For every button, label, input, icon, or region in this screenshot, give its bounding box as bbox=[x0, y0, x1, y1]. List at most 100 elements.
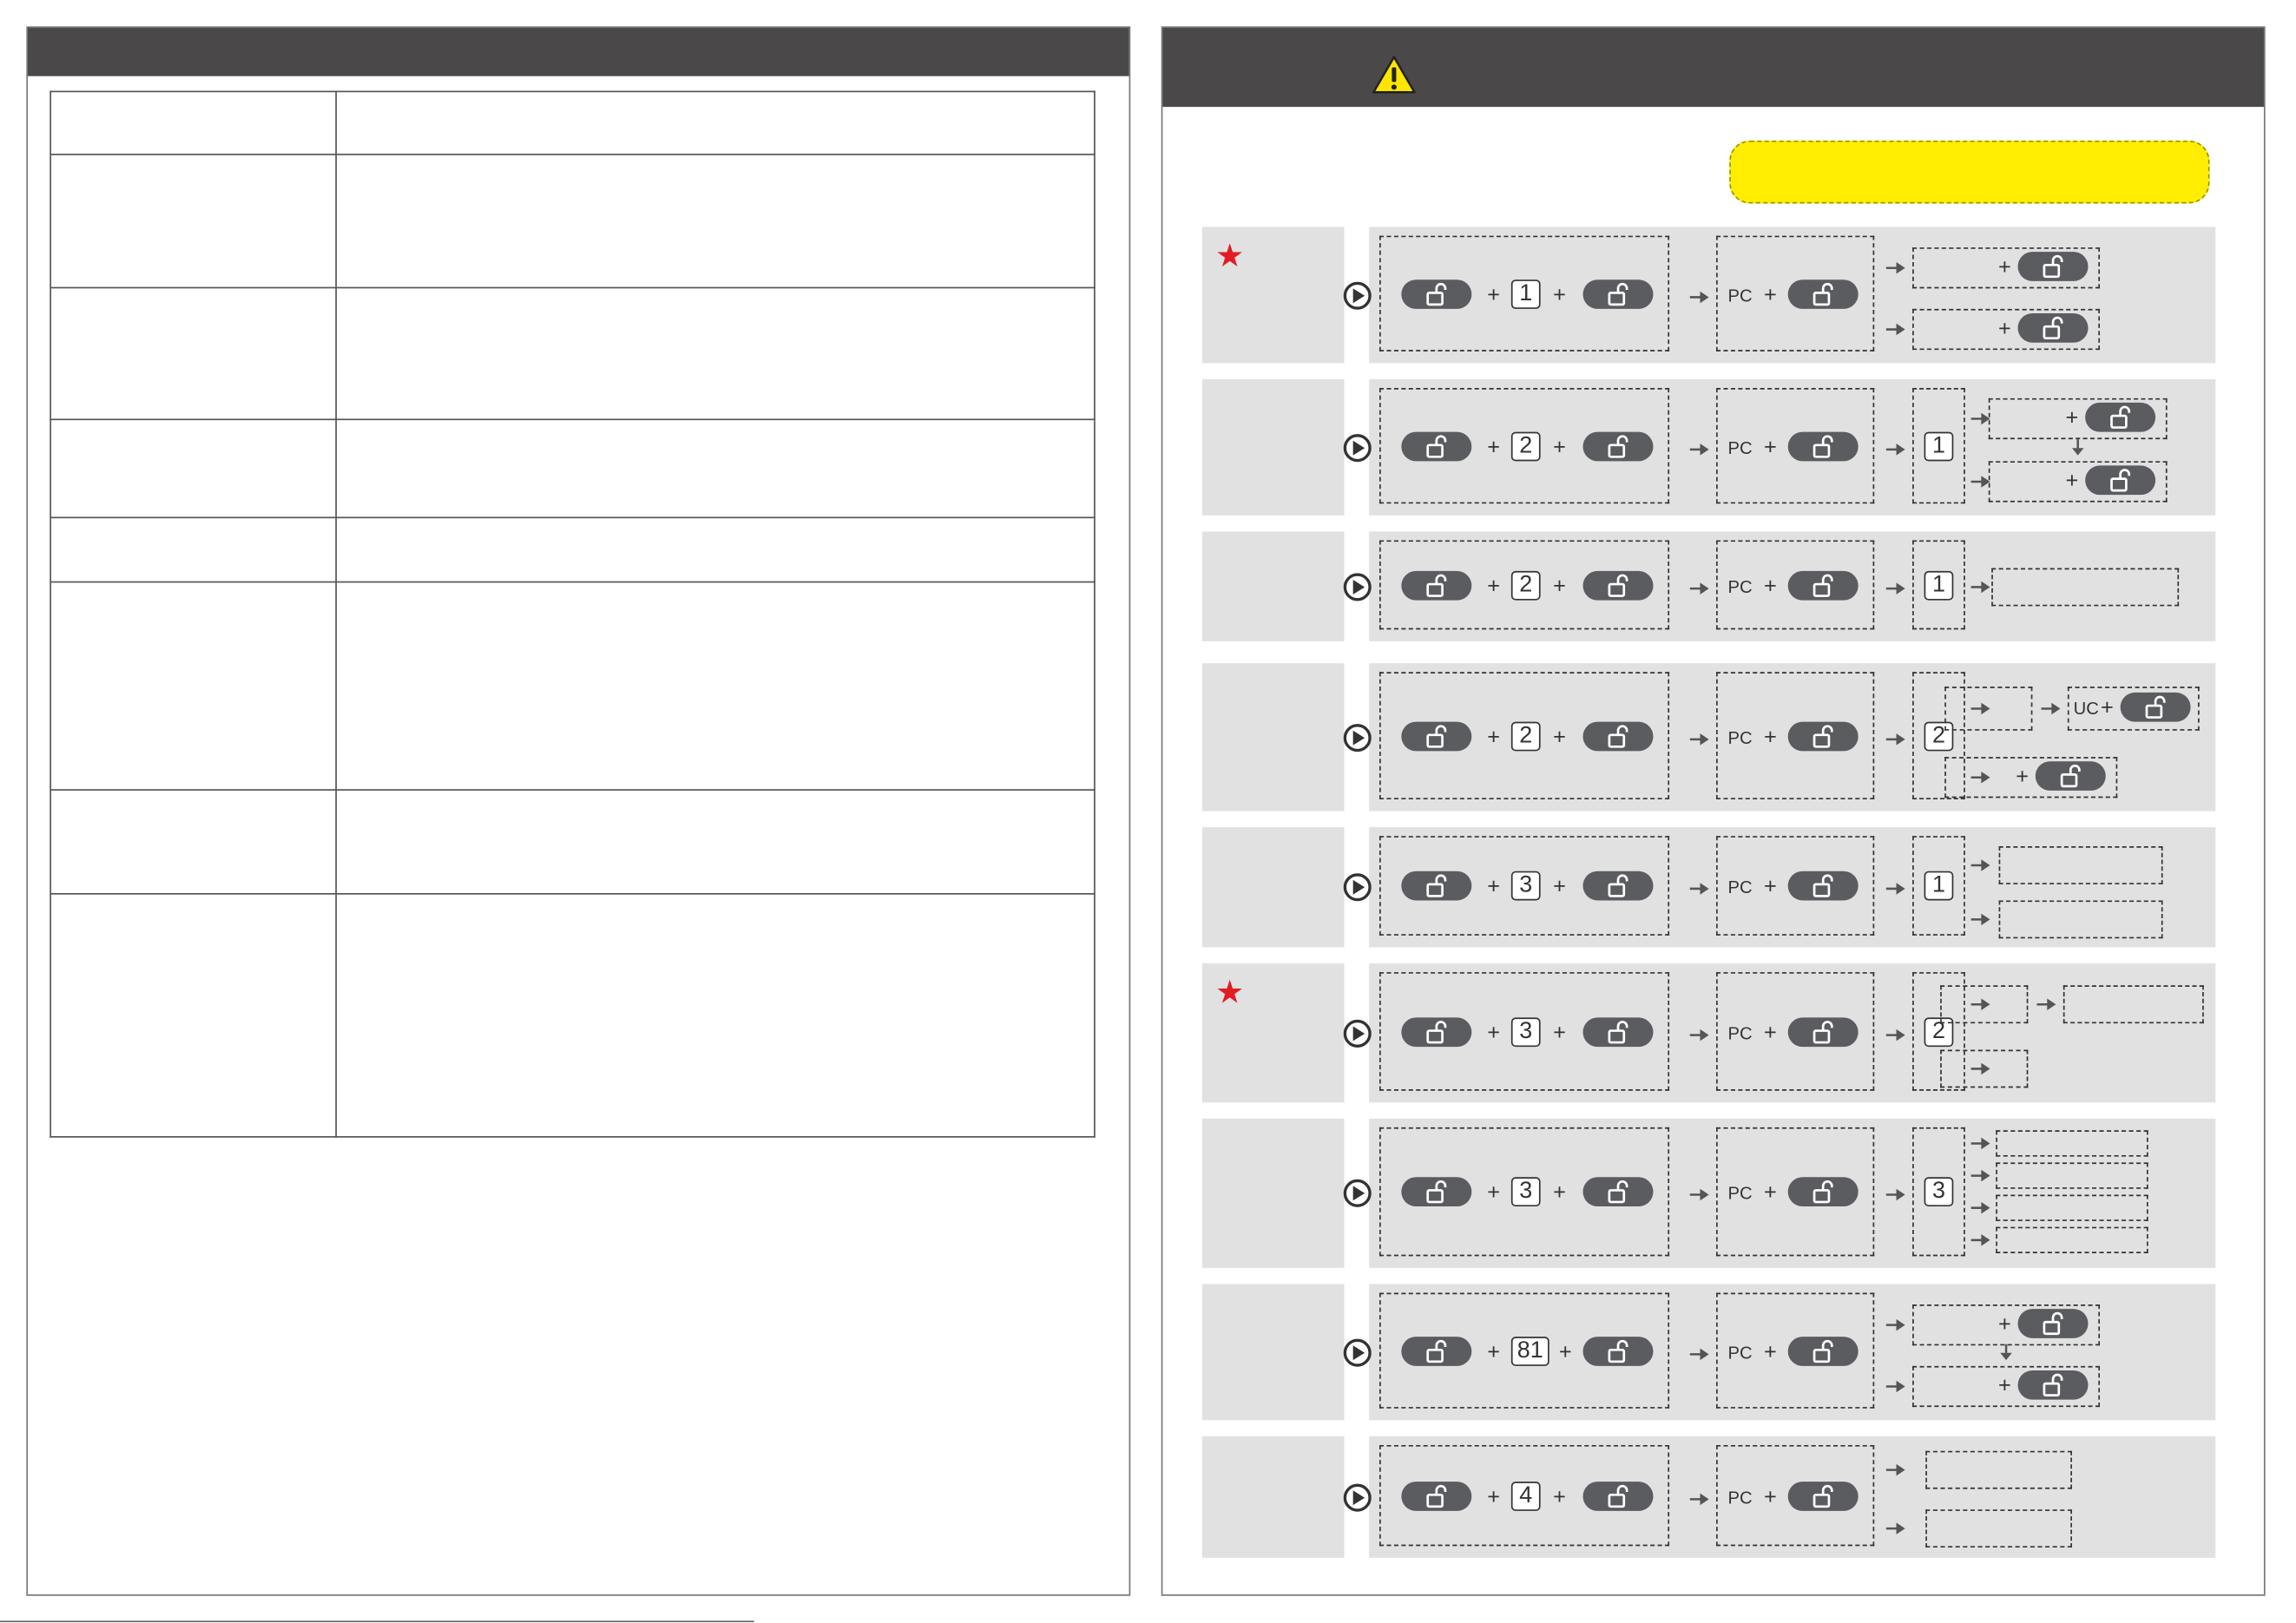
right-panel: ★ +1 + PC + + + +2 + PC +1 + + +2 + PC +1 +2 + PC +2 UC + + +3 + P… bbox=[1161, 26, 2266, 1596]
unlock-button[interactable] bbox=[2035, 760, 2106, 791]
unlock-button[interactable] bbox=[1401, 1481, 1472, 1511]
unlock-icon bbox=[1608, 1484, 1628, 1508]
result-key: 1 bbox=[1924, 570, 1954, 600]
footer-rule bbox=[0, 1620, 754, 1623]
unlock-button[interactable] bbox=[2085, 402, 2156, 431]
arrow-right-icon bbox=[1970, 1169, 1990, 1182]
plus-sign: + bbox=[1764, 573, 1777, 599]
row-value bbox=[335, 893, 1095, 1138]
plus-sign: + bbox=[1487, 573, 1501, 599]
unlock-button[interactable] bbox=[1401, 430, 1472, 461]
red-star-icon: ★ bbox=[1215, 973, 1245, 1010]
unlock-button[interactable] bbox=[1787, 720, 1859, 751]
unlock-button[interactable] bbox=[1401, 871, 1472, 901]
plus-sign: + bbox=[1558, 1338, 1572, 1364]
unlock-button[interactable] bbox=[1582, 430, 1654, 461]
row-value bbox=[335, 581, 1095, 791]
unlock-button[interactable] bbox=[1582, 279, 1654, 309]
unlock-button[interactable] bbox=[2017, 1308, 2089, 1337]
row-label bbox=[49, 789, 337, 895]
unlock-button[interactable] bbox=[1787, 570, 1859, 600]
plus-sign: + bbox=[1553, 1483, 1566, 1509]
row-value bbox=[335, 789, 1095, 895]
row-value bbox=[335, 286, 1095, 421]
arrow-right-icon bbox=[1885, 1318, 1905, 1331]
unlock-button[interactable] bbox=[1401, 279, 1472, 309]
unlock-button[interactable] bbox=[1582, 1177, 1654, 1207]
row-label bbox=[49, 893, 337, 1138]
dashed-group bbox=[1996, 1162, 2148, 1189]
unlock-icon bbox=[1426, 1180, 1447, 1204]
unlock-button[interactable] bbox=[1787, 1336, 1859, 1366]
table-row bbox=[49, 893, 1095, 1138]
plus-sign: + bbox=[1997, 253, 2011, 279]
arrow-right-icon bbox=[1689, 1188, 1709, 1201]
unlock-icon bbox=[1812, 434, 1833, 457]
unlock-icon bbox=[1608, 1020, 1628, 1043]
unlock-button[interactable] bbox=[1787, 1481, 1859, 1511]
unlock-button[interactable] bbox=[1787, 1177, 1859, 1207]
plus-sign: + bbox=[1764, 434, 1777, 459]
table-row bbox=[49, 581, 1095, 791]
plus-sign: + bbox=[1487, 281, 1501, 307]
unlock-button[interactable] bbox=[1582, 1016, 1654, 1047]
play-icon bbox=[1343, 1019, 1372, 1048]
arrow-right-icon bbox=[1970, 1201, 1990, 1214]
step-label-cell bbox=[1201, 827, 1345, 948]
arrow-right-icon bbox=[1970, 859, 1990, 871]
plus-sign: + bbox=[1764, 1179, 1777, 1206]
unlock-button[interactable] bbox=[2120, 692, 2191, 721]
row-label bbox=[49, 418, 337, 519]
unlock-button[interactable] bbox=[1582, 1336, 1654, 1366]
warning-triangle-icon bbox=[1372, 56, 1416, 94]
unlock-button[interactable] bbox=[2017, 312, 2089, 342]
plus-sign: + bbox=[1764, 724, 1777, 749]
arrow-right-icon bbox=[1689, 290, 1709, 303]
plus-sign: + bbox=[1487, 724, 1501, 749]
pc-label: PC bbox=[1727, 285, 1753, 306]
unlock-icon bbox=[1426, 282, 1447, 306]
unlock-icon bbox=[2110, 468, 2131, 491]
plus-sign: + bbox=[1487, 1019, 1501, 1045]
step-label-cell bbox=[1201, 378, 1345, 516]
pc-label: PC bbox=[1727, 1183, 1753, 1204]
code-key: 2 bbox=[1510, 570, 1541, 600]
arrow-down-icon bbox=[2071, 438, 2084, 455]
unlock-button[interactable] bbox=[1787, 1016, 1859, 1047]
result-key: 1 bbox=[1924, 871, 1954, 901]
arrow-right-icon bbox=[1885, 261, 1905, 273]
step-label-cell bbox=[1201, 1436, 1345, 1558]
dashed-group bbox=[1996, 1226, 2148, 1253]
arrow-right-icon bbox=[2041, 701, 2061, 714]
code-key: 4 bbox=[1510, 1481, 1541, 1511]
row-label bbox=[49, 154, 337, 289]
step-label-cell bbox=[1201, 531, 1345, 641]
unlock-button[interactable] bbox=[1582, 570, 1654, 600]
unlock-button[interactable] bbox=[1582, 1481, 1654, 1511]
unlock-button[interactable] bbox=[1787, 871, 1859, 901]
row-label bbox=[49, 581, 337, 791]
plus-sign: + bbox=[1487, 874, 1501, 899]
dashed-group bbox=[1940, 984, 2029, 1023]
unlock-button[interactable] bbox=[1787, 279, 1859, 309]
table-row bbox=[49, 789, 1095, 895]
unlock-button[interactable] bbox=[2017, 251, 2089, 281]
unlock-icon bbox=[2145, 694, 2166, 719]
unlock-button[interactable] bbox=[2085, 464, 2156, 495]
unlock-button[interactable] bbox=[1401, 720, 1472, 751]
plus-sign: + bbox=[2101, 694, 2114, 720]
arrow-right-icon bbox=[1885, 582, 1905, 595]
unlock-button[interactable] bbox=[1582, 871, 1654, 901]
unlock-button[interactable] bbox=[1401, 570, 1472, 600]
row-label bbox=[49, 286, 337, 421]
unlock-button[interactable] bbox=[1787, 430, 1859, 461]
pc-label: PC bbox=[1727, 437, 1753, 458]
arrow-right-icon bbox=[1970, 913, 1990, 926]
unlock-button[interactable] bbox=[1582, 720, 1654, 751]
unlock-button[interactable] bbox=[1401, 1177, 1472, 1207]
pc-label: PC bbox=[1727, 726, 1753, 748]
play-icon bbox=[1343, 572, 1372, 601]
unlock-button[interactable] bbox=[1401, 1336, 1472, 1366]
unlock-button[interactable] bbox=[2017, 1370, 2089, 1399]
unlock-button[interactable] bbox=[1401, 1016, 1472, 1047]
